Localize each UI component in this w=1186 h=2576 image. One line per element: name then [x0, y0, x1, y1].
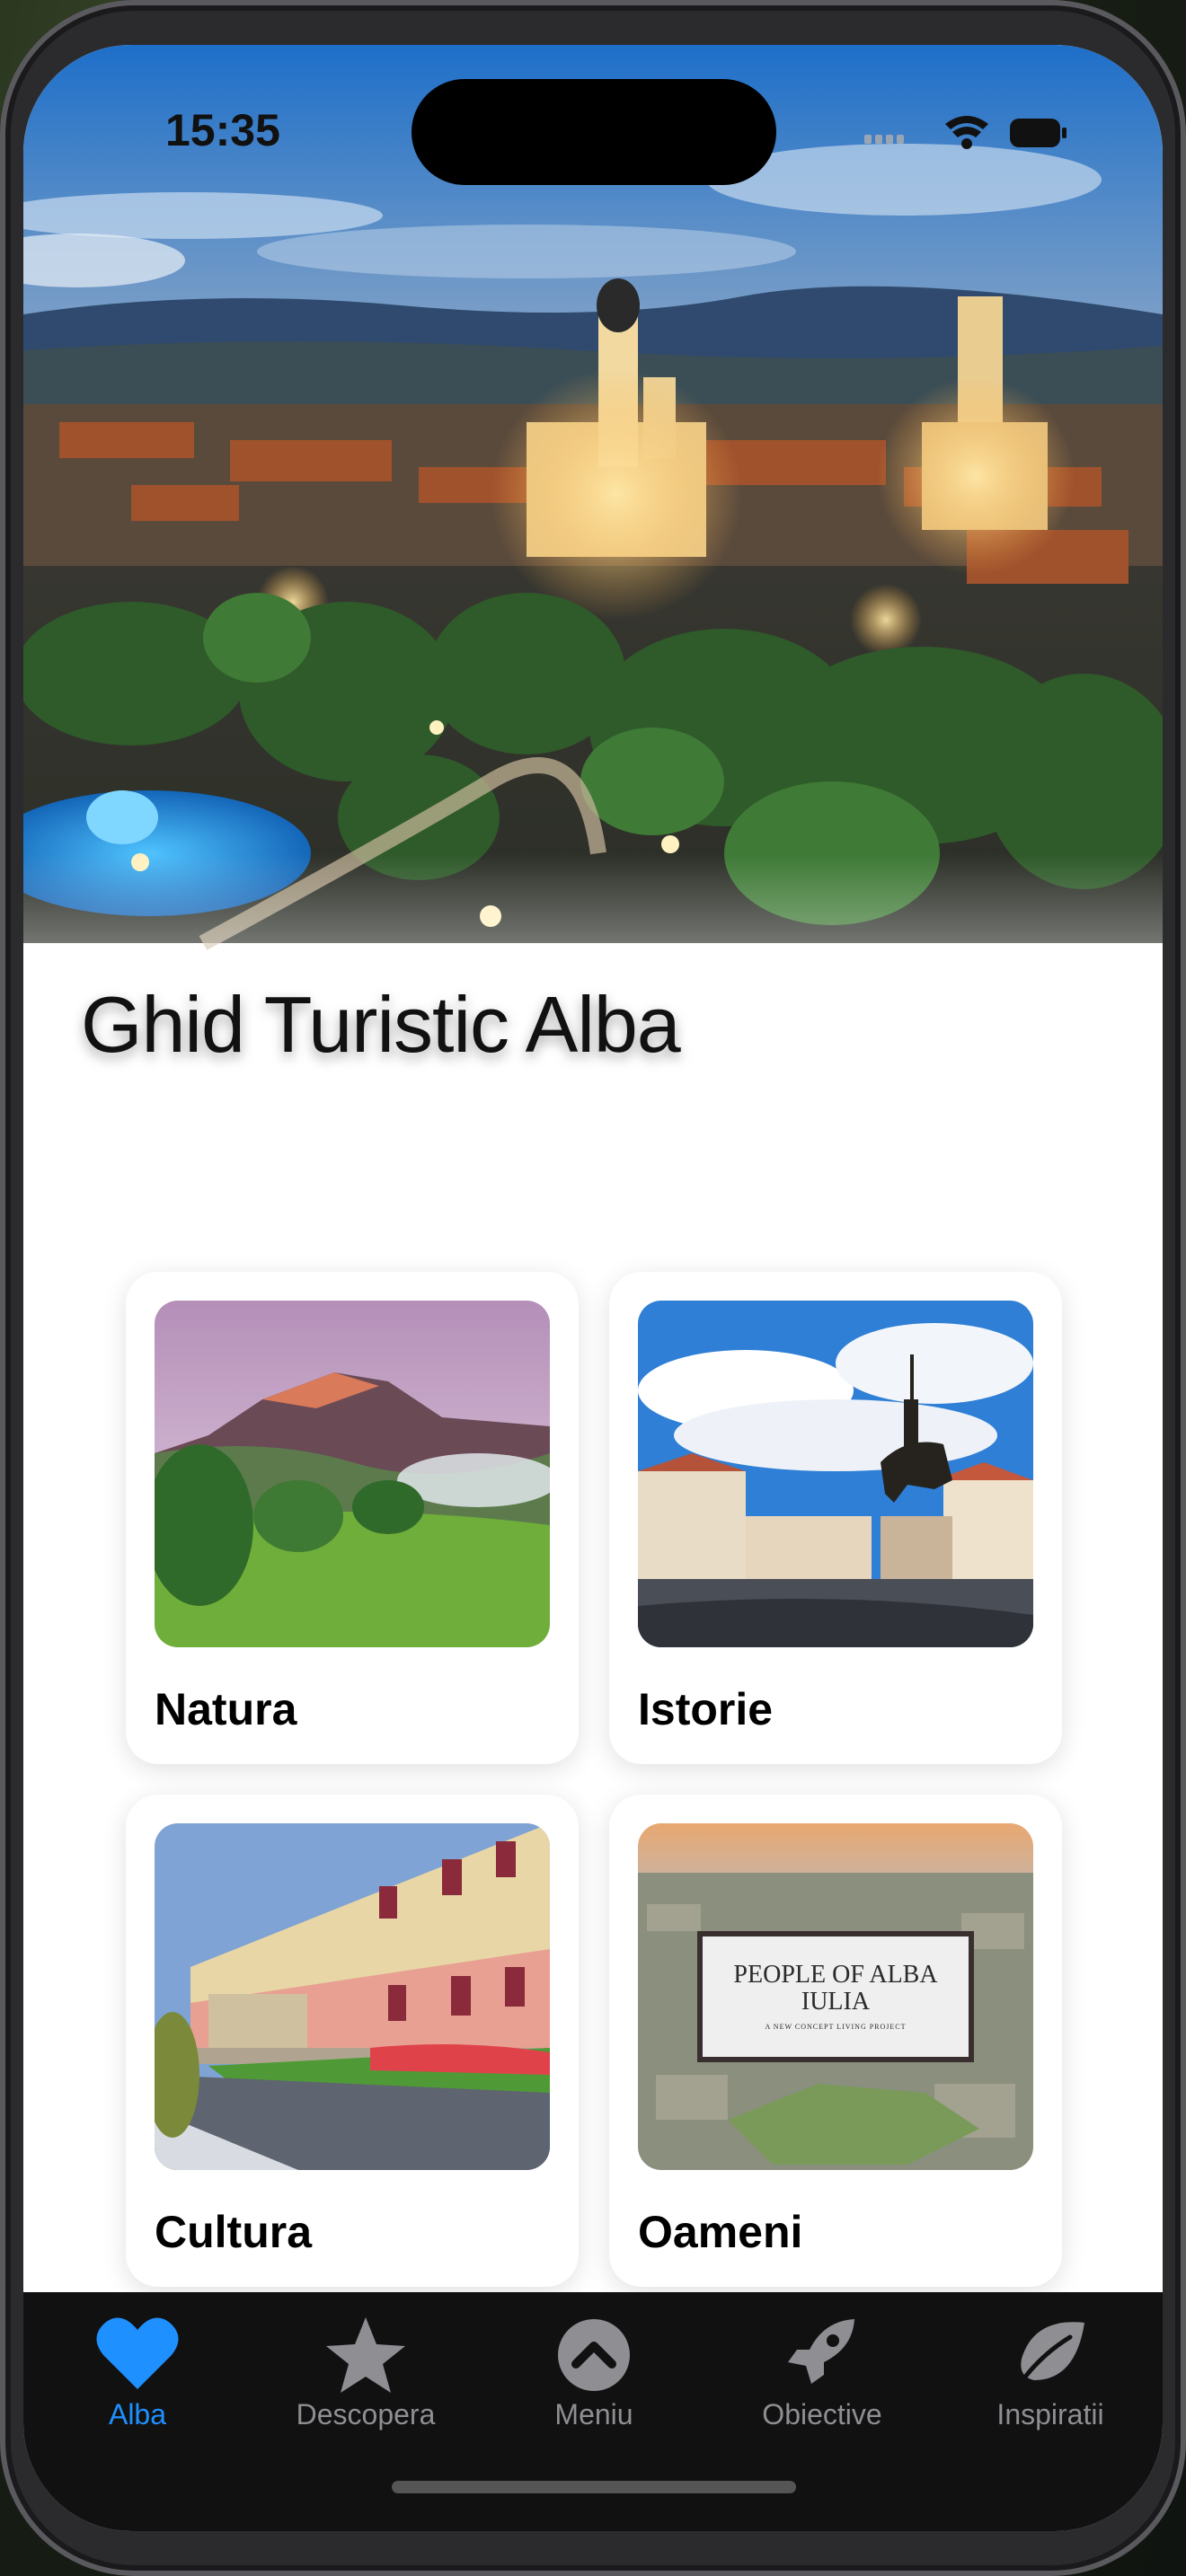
category-label: Istorie	[638, 1684, 774, 1734]
heart-icon	[96, 2317, 179, 2389]
chevron-up-circle-icon	[558, 2319, 630, 2391]
leaf-icon	[1013, 2322, 1084, 2392]
poster-title: PEOPLE OF ALBA IULIA	[733, 1961, 938, 2016]
istorie-image	[638, 1301, 1033, 1647]
natura-image	[155, 1301, 550, 1647]
rocket-icon	[788, 2319, 854, 2384]
hero-image: Ghid Turistic Alba	[23, 45, 1163, 1213]
screen: Ghid Turistic Alba 15:35 Natura Istorie …	[23, 45, 1163, 2531]
status-time: 15:35	[165, 105, 280, 155]
signal-icon	[864, 135, 904, 144]
page-title: Ghid Turistic Alba	[81, 980, 681, 1069]
poster-subtitle: A NEW CONCEPT LIVING PROJECT	[765, 2023, 907, 2031]
oameni-poster: PEOPLE OF ALBA IULIA A NEW CONCEPT LIVIN…	[703, 1936, 969, 2057]
tab-label: Descopera	[296, 2398, 436, 2430]
category-card-cultura[interactable]: Cultura	[126, 1795, 579, 2287]
tab-alba[interactable]: Alba	[23, 2314, 252, 2439]
tab-descopera[interactable]: Descopera	[252, 2314, 480, 2439]
star-icon	[326, 2317, 405, 2393]
category-card-oameni[interactable]: PEOPLE OF ALBA IULIA A NEW CONCEPT LIVIN…	[609, 1795, 1062, 2287]
dynamic-island	[412, 79, 776, 185]
battery-icon	[1010, 119, 1067, 147]
wifi-icon	[945, 116, 988, 149]
status-bar: 15:35	[23, 45, 1163, 207]
status-icons	[839, 108, 1073, 166]
category-label: Oameni	[638, 2207, 803, 2257]
tab-label: Meniu	[554, 2398, 633, 2430]
device-frame: Ghid Turistic Alba 15:35 Natura Istorie …	[0, 0, 1186, 2576]
tab-bar: Alba Descopera Meniu Obiective Inspirati…	[23, 2292, 1163, 2531]
category-card-istorie[interactable]: Istorie	[609, 1272, 1062, 1764]
tab-meniu[interactable]: Meniu	[480, 2314, 708, 2439]
cultura-image	[155, 1823, 550, 2170]
category-label: Cultura	[155, 2207, 312, 2257]
tab-label: Inspiratii	[996, 2398, 1104, 2430]
tab-label: Obiective	[762, 2398, 882, 2430]
category-label: Natura	[155, 1684, 297, 1734]
category-card-natura[interactable]: Natura	[126, 1272, 579, 1764]
tab-obiective[interactable]: Obiective	[708, 2314, 936, 2439]
oameni-image: PEOPLE OF ALBA IULIA A NEW CONCEPT LIVIN…	[638, 1823, 1033, 2170]
home-indicator[interactable]	[392, 2481, 796, 2493]
tab-label: Alba	[108, 2398, 167, 2430]
tab-inspiratii[interactable]: Inspiratii	[936, 2314, 1163, 2439]
